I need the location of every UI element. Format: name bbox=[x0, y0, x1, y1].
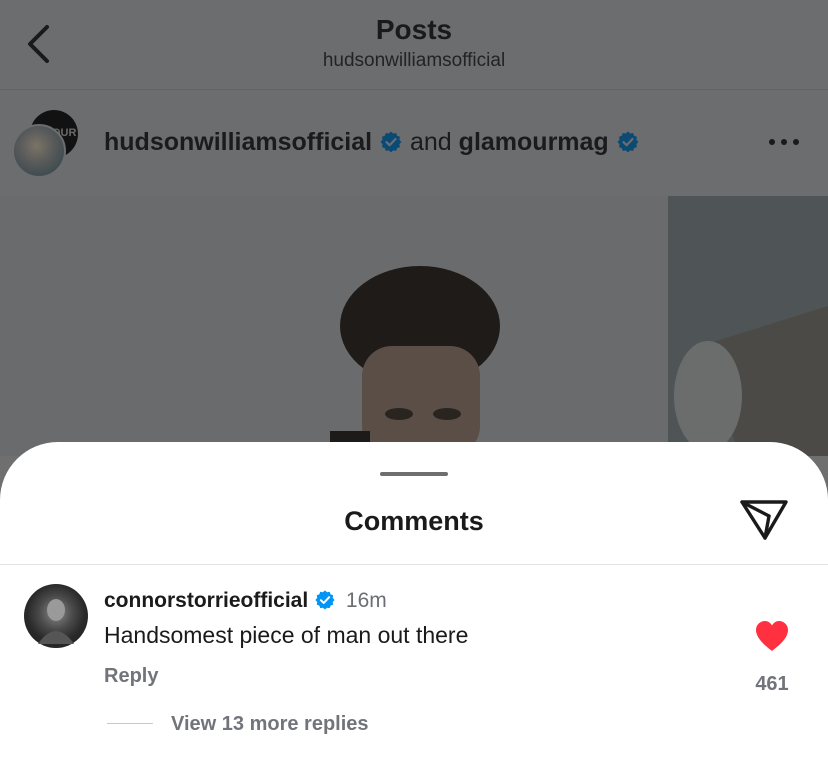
like-button[interactable] bbox=[752, 618, 792, 654]
avatar-photo bbox=[38, 599, 74, 644]
post-author-connector: and bbox=[410, 128, 452, 156]
post-author-line: hudsonwilliamsofficial and glamourmag bbox=[104, 128, 640, 157]
verified-badge-icon bbox=[617, 131, 639, 153]
share-button[interactable] bbox=[738, 496, 790, 542]
comment-text: Handsomest piece of man out there bbox=[104, 622, 469, 648]
comments-sheet: Comments connorstorrieofficial 16m Hands… bbox=[0, 442, 828, 778]
replies-divider-line bbox=[107, 723, 153, 724]
page-subtitle: hudsonwilliamsofficial bbox=[322, 50, 506, 71]
heart-filled-icon bbox=[756, 621, 788, 651]
post-author-secondary[interactable]: glamourmag bbox=[459, 128, 609, 156]
post-image[interactable] bbox=[0, 196, 828, 456]
post-photo bbox=[0, 196, 828, 456]
drag-handle[interactable] bbox=[380, 472, 448, 476]
more-options-button[interactable] bbox=[766, 132, 806, 152]
post-author-primary[interactable]: hudsonwilliamsofficial bbox=[104, 128, 372, 156]
verified-badge-icon bbox=[315, 590, 335, 610]
verified-badge-icon bbox=[380, 131, 402, 153]
comment-timestamp: 16m bbox=[345, 589, 387, 612]
more-horizontal-icon bbox=[769, 139, 799, 145]
paper-plane-icon bbox=[740, 500, 788, 540]
view-more-replies-button[interactable]: View 13 more replies bbox=[171, 713, 369, 736]
reply-button[interactable]: Reply bbox=[104, 665, 158, 688]
like-count: 461 bbox=[755, 673, 789, 695]
comment-username[interactable]: connorstorrieofficial bbox=[104, 589, 308, 612]
page-title: Posts bbox=[375, 14, 453, 45]
comment-meta: connorstorrieofficial 16m bbox=[104, 589, 387, 613]
commenter-avatar[interactable] bbox=[24, 584, 88, 648]
sheet-divider bbox=[0, 564, 828, 565]
author-avatar[interactable] bbox=[12, 124, 66, 178]
comments-title: Comments bbox=[344, 506, 484, 536]
top-header: Posts hudsonwilliamsofficial bbox=[0, 0, 828, 90]
